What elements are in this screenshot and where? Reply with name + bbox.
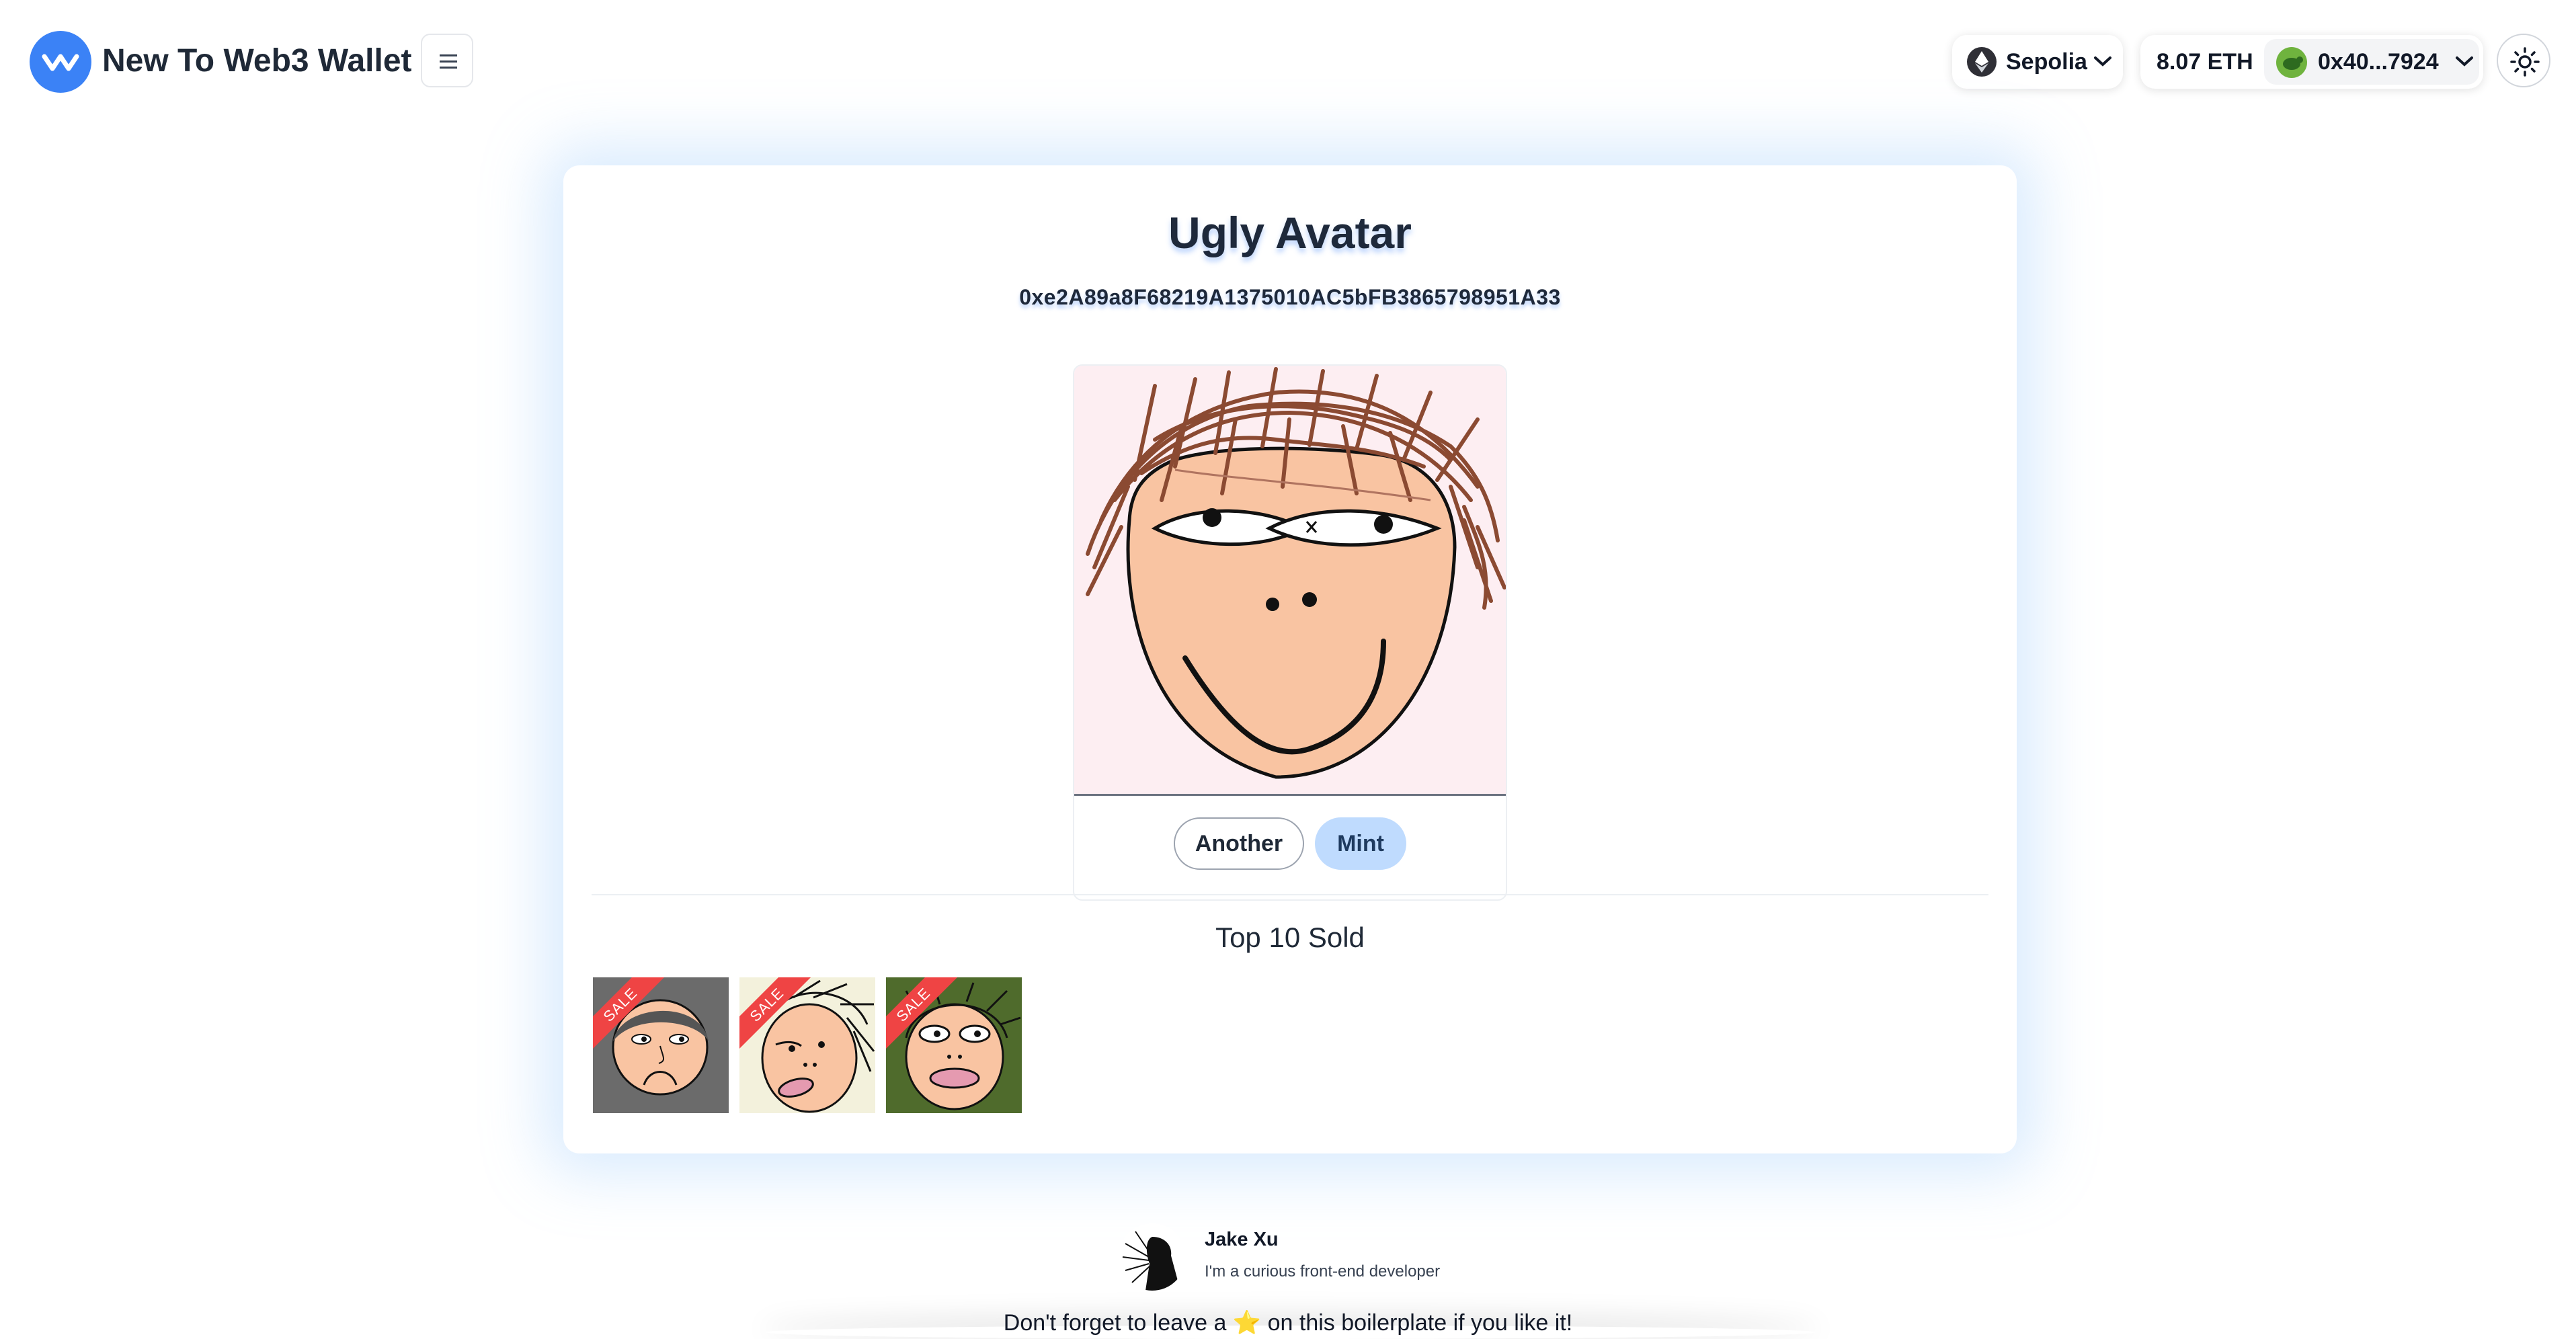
sold-avatar-item[interactable]: SALE: [739, 977, 875, 1113]
account-pill[interactable]: 8.07 ETH 0x40...7924: [2140, 35, 2483, 89]
eth-balance: 8.07 ETH: [2157, 49, 2253, 75]
author-name: Jake Xu: [1205, 1229, 1279, 1250]
footer-note: Don't forget to leave a ⭐ on this boiler…: [0, 1308, 2576, 1338]
ethereum-icon: [1967, 47, 1997, 77]
divider: [592, 894, 1988, 895]
menu-button[interactable]: [421, 34, 473, 87]
star-icon: ⭐: [1232, 1310, 1262, 1336]
sold-avatar-item[interactable]: SALE: [886, 977, 1022, 1113]
account-address: 0x40...7924: [2318, 49, 2439, 75]
author-bio: I'm a curious front-end developer: [1205, 1262, 1441, 1281]
network-selector[interactable]: Sepolia: [1952, 35, 2123, 89]
app-header: New To Web3 Wallet Sepolia 8.07 ETH 0x40…: [0, 0, 2576, 121]
another-button[interactable]: Another: [1174, 817, 1304, 870]
avatar-preview: Another Mint: [1073, 364, 1507, 901]
page-title: Ugly Avatar: [1168, 208, 1412, 257]
turtle-avatar-icon: [2276, 47, 2307, 78]
mint-card: Ugly Avatar 0xe2A89a8F68219A1375010AC5bF…: [563, 165, 2017, 1153]
chevron-down-icon: [2094, 56, 2111, 67]
avatar-image: [1074, 366, 1506, 796]
chevron-down-icon: [2456, 56, 2473, 67]
app-title: New To Web3 Wallet: [102, 43, 412, 79]
network-label: Sepolia: [2006, 49, 2087, 75]
top-sold-title: Top 10 Sold: [1215, 922, 1365, 953]
footer-note-text: on this boilerplate if you like it!: [1267, 1310, 1573, 1336]
sold-avatar-item[interactable]: SALE: [593, 977, 729, 1113]
author-avatar[interactable]: [1119, 1223, 1186, 1291]
account-button[interactable]: 0x40...7924: [2264, 39, 2479, 85]
sun-icon: [2510, 47, 2540, 77]
theme-toggle-button[interactable]: [2497, 34, 2550, 87]
footer-note-text: Don't forget to leave a: [1003, 1310, 1227, 1336]
mint-button[interactable]: Mint: [1315, 817, 1406, 870]
wave-logo-icon[interactable]: [30, 31, 91, 93]
contract-address[interactable]: 0xe2A89a8F68219A1375010AC5bFB3865798951A…: [563, 284, 2017, 311]
